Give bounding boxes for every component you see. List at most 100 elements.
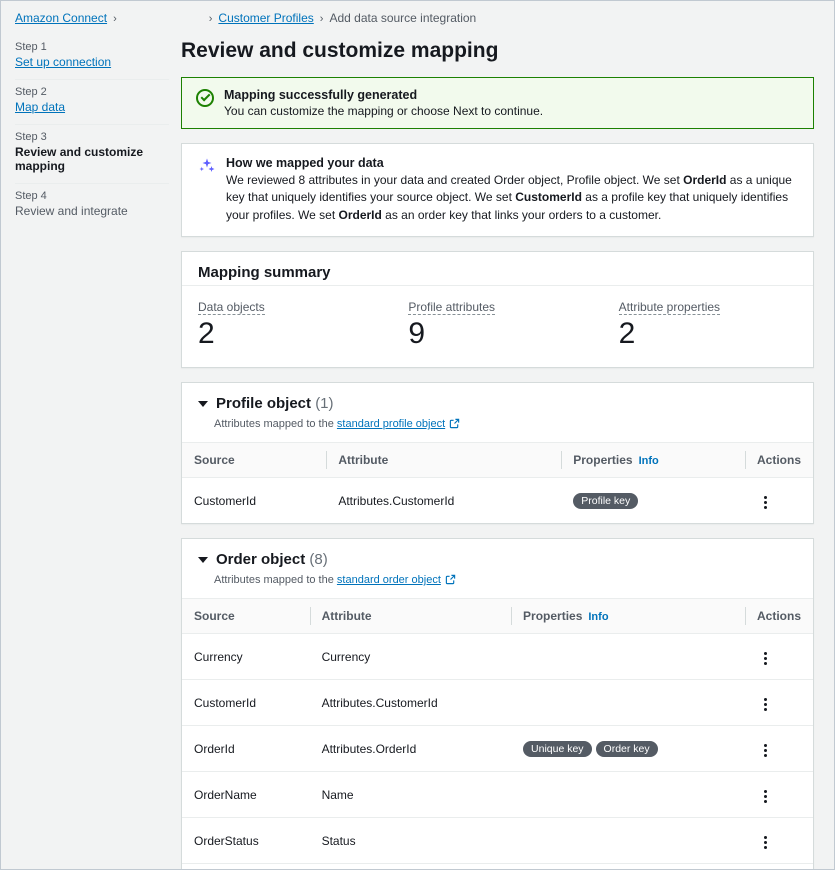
wizard-step: Step 3Review and customize mapping — [15, 125, 169, 184]
cell-source: OrderStatus — [182, 818, 310, 864]
flash-body: You can customize the mapping or choose … — [224, 104, 543, 118]
panel-subtitle: Attributes mapped to the standard profil… — [182, 418, 813, 442]
table-row: OrderIdAttributes.OrderIdUnique keyOrder… — [182, 726, 813, 772]
chevron-right-icon: › — [209, 13, 213, 25]
how-we-mapped-panel: How we mapped your data We reviewed 8 at… — [181, 143, 814, 237]
cell-properties: Unique keyOrder key — [511, 726, 745, 772]
content-area: Review and customize mapping Mapping suc… — [181, 35, 834, 869]
howmapped-body: We reviewed 8 attributes in your data an… — [226, 172, 797, 224]
breadcrumb-link[interactable]: Amazon Connect — [15, 11, 107, 25]
column-header-attribute: Attribute — [326, 443, 561, 478]
table-row: CustomerIdAttributes.CustomerId — [182, 680, 813, 726]
step-title: Review and integrate — [15, 204, 169, 218]
page-title: Review and customize mapping — [181, 39, 814, 63]
summary-metric: Attribute properties 2 — [603, 286, 813, 367]
summary-metric: Data objects 2 — [182, 286, 392, 367]
step-label: Step 4 — [15, 190, 169, 202]
row-actions-menu[interactable] — [757, 740, 775, 761]
column-header-attribute: Attribute — [310, 599, 511, 634]
cell-source: CustomerId — [182, 680, 310, 726]
table-row: OrderNameName — [182, 772, 813, 818]
cell-attribute: Attributes.OrderId — [310, 726, 511, 772]
step-title: Set up connection — [15, 55, 169, 69]
cell-properties — [511, 818, 745, 864]
step-title: Map data — [15, 100, 169, 114]
column-header-properties: PropertiesInfo — [511, 599, 745, 634]
table-row: CustomerIdAttributes.CustomerId Profile k… — [182, 478, 813, 524]
panel-subtitle: Attributes mapped to the standard order … — [182, 574, 813, 598]
row-actions-menu[interactable] — [757, 492, 775, 513]
column-header-properties: PropertiesInfo — [561, 443, 745, 478]
breadcrumb: Amazon Connect››Customer Profiles›Add da… — [1, 1, 834, 35]
cell-actions — [745, 478, 813, 524]
standard-object-link[interactable]: standard order object — [337, 574, 441, 586]
success-icon — [196, 89, 214, 107]
order-object-panel: Order object (8) Attributes mapped to the… — [181, 538, 814, 870]
cell-properties — [511, 772, 745, 818]
property-badge: Profile key — [573, 493, 638, 509]
howmapped-title: How we mapped your data — [226, 156, 797, 170]
cell-source: OrderId — [182, 726, 310, 772]
cell-source: Currency — [182, 634, 310, 680]
column-header-source: Source — [182, 443, 326, 478]
mapping-summary-panel: Mapping summary Data objects 2 Profile att… — [181, 251, 814, 368]
chevron-right-icon: › — [113, 13, 117, 25]
breadcrumb-link[interactable]: Customer Profiles — [218, 11, 313, 25]
metric-label: Profile attributes — [408, 300, 495, 315]
info-link[interactable]: Info — [639, 455, 659, 467]
metric-value: 2 — [198, 317, 376, 351]
summary-title: Mapping summary — [198, 264, 797, 281]
row-actions-menu[interactable] — [757, 694, 775, 715]
metric-value: 9 — [408, 317, 586, 351]
cell-attribute: Attributes.CustomerId — [310, 680, 511, 726]
wizard-sidebar: Step 1Set up connectionStep 2Map dataSte… — [1, 35, 181, 869]
cell-actions — [745, 726, 813, 772]
cell-attribute: Status — [310, 818, 511, 864]
chevron-right-icon: › — [320, 13, 324, 25]
breadcrumb-redacted — [123, 14, 203, 24]
wizard-step: Step 2 Map data — [15, 80, 169, 125]
info-link[interactable]: Info — [588, 611, 608, 623]
metric-label: Attribute properties — [619, 300, 720, 315]
property-badge: Order key — [596, 741, 658, 757]
row-count: (8) — [309, 551, 327, 568]
step-link[interactable]: Map data — [15, 100, 65, 114]
order-object-table: SourceAttributePropertiesInfoActionsCurr… — [182, 598, 813, 870]
cell-source: OrderedAt — [182, 864, 310, 870]
column-header-actions: Actions — [745, 599, 813, 634]
flash-success: Mapping successfully generated You can c… — [181, 77, 814, 129]
row-actions-menu[interactable] — [757, 786, 775, 807]
wizard-step: Step 1Set up connection — [15, 35, 169, 80]
cell-actions — [745, 772, 813, 818]
standard-object-link[interactable]: standard profile object — [337, 418, 445, 430]
cell-attribute: Attributes.CustomerId — [326, 478, 561, 524]
metric-label: Data objects — [198, 300, 265, 315]
table-row: CurrencyCurrency — [182, 634, 813, 680]
caret-down-icon[interactable] — [198, 557, 208, 563]
table-row: OrderStatusStatus — [182, 818, 813, 864]
cell-source: CustomerId — [182, 478, 326, 524]
cell-properties: Profile key — [561, 478, 745, 524]
sparkle-icon — [198, 157, 216, 175]
column-header-source: Source — [182, 599, 310, 634]
cell-attribute: Attributes.OrderedAt — [310, 864, 511, 870]
step-label: Step 2 — [15, 86, 169, 98]
flash-title: Mapping successfully generated — [224, 88, 543, 102]
profile-object-title: Profile object (1) — [216, 395, 334, 412]
row-actions-menu[interactable] — [757, 648, 775, 669]
external-link-icon — [445, 574, 456, 588]
cell-properties — [511, 680, 745, 726]
cell-attribute: Currency — [310, 634, 511, 680]
step-title: Review and customize mapping — [15, 145, 169, 173]
cell-properties — [511, 864, 745, 870]
row-count: (1) — [315, 395, 333, 412]
wizard-step: Step 4 Review and integrate — [15, 184, 169, 228]
order-object-title: Order object (8) — [216, 551, 328, 568]
step-link[interactable]: Set up connection — [15, 55, 111, 69]
row-actions-menu[interactable] — [757, 832, 775, 853]
caret-down-icon[interactable] — [198, 401, 208, 407]
metric-value: 2 — [619, 317, 797, 351]
cell-actions — [745, 680, 813, 726]
cell-source: OrderName — [182, 772, 310, 818]
profile-object-panel: Profile object (1) Attributes mapped to t… — [181, 382, 814, 524]
